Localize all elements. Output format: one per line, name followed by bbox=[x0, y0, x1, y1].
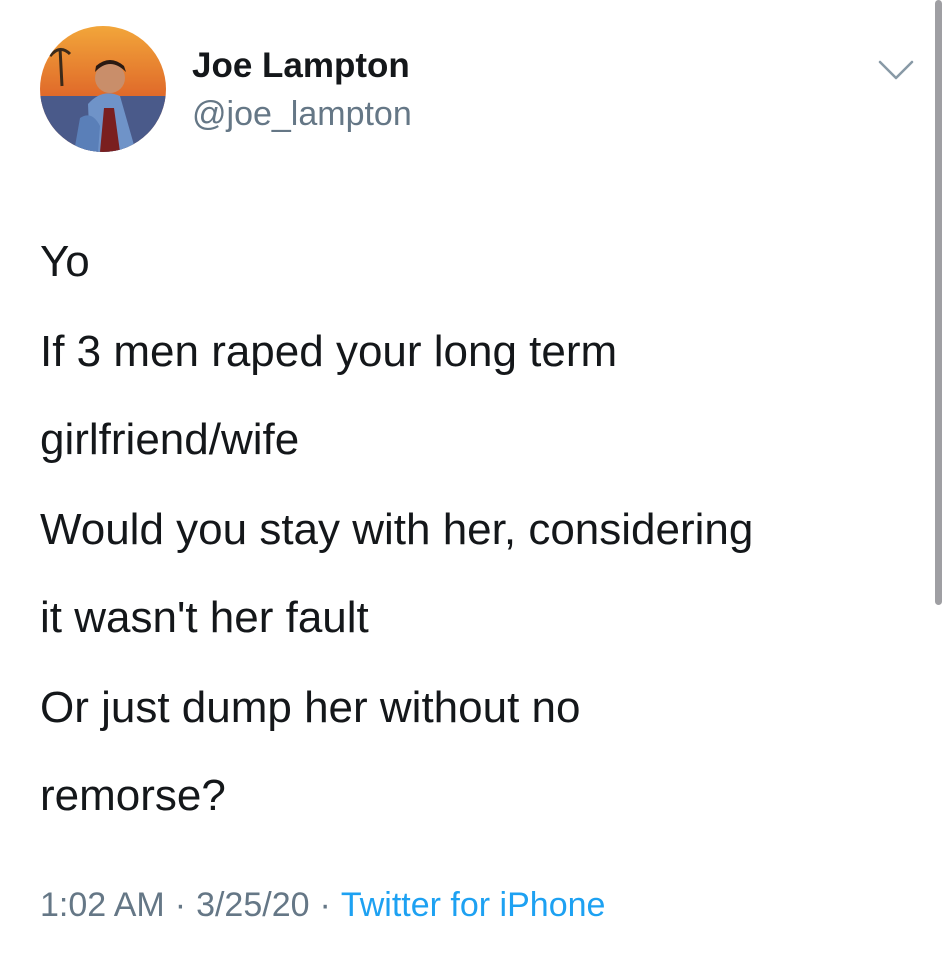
user-handle[interactable]: @joe_lampton bbox=[192, 92, 412, 136]
display-name[interactable]: Joe Lampton bbox=[192, 44, 410, 88]
tweet-paragraph: Would you stay with her, considering it … bbox=[40, 505, 754, 642]
chevron-down-icon[interactable] bbox=[876, 56, 916, 86]
avatar[interactable] bbox=[40, 26, 166, 152]
scrollbar[interactable] bbox=[935, 0, 942, 605]
tweet-paragraph: Yo bbox=[40, 237, 90, 286]
separator: · bbox=[319, 886, 331, 924]
tweet-source-link[interactable]: Twitter for iPhone bbox=[341, 886, 606, 924]
tweet-time: 1:02 AM bbox=[40, 886, 165, 924]
tweet-meta: 1:02 AM · 3/25/20 · Twitter for iPhone bbox=[40, 880, 605, 930]
avatar-image bbox=[40, 26, 166, 152]
tweet-date: 3/25/20 bbox=[196, 886, 310, 924]
tweet-paragraph: Or just dump her without no remorse? bbox=[40, 683, 581, 820]
separator: · bbox=[174, 886, 187, 924]
tweet-body: Yo If 3 men raped your long term girlfri… bbox=[40, 218, 920, 842]
tweet-paragraph: If 3 men raped your long term girlfriend… bbox=[40, 327, 618, 464]
tweet-container: Joe Lampton @joe_lampton Yo If 3 men rap… bbox=[0, 0, 950, 960]
